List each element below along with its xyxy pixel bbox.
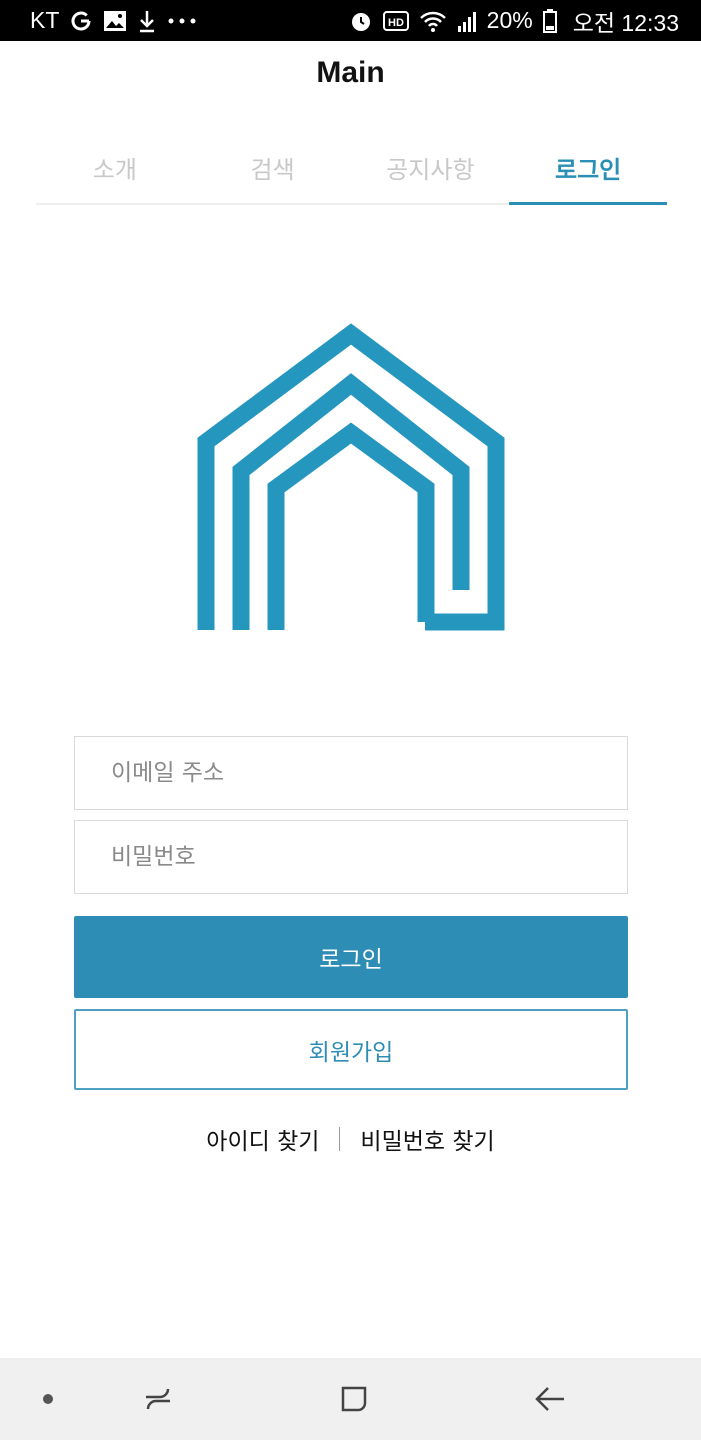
tab-bar: 소개 검색 공지사항 로그인	[36, 140, 667, 205]
find-account-links: 아이디 찾기 비밀번호 찾기	[0, 1122, 701, 1156]
tab-intro[interactable]: 소개	[36, 140, 194, 203]
g-icon	[69, 9, 93, 33]
email-field[interactable]	[75, 737, 627, 809]
battery-percent: 20%	[486, 7, 533, 33]
find-password-link[interactable]: 비밀번호 찾기	[360, 1122, 494, 1156]
clock: 오전 12:33	[572, 9, 679, 36]
svg-text:HD: HD	[388, 17, 404, 29]
tab-search[interactable]: 검색	[194, 140, 352, 203]
email-field-box	[74, 736, 628, 810]
signup-button[interactable]: 회원가입	[74, 1009, 628, 1090]
battery-icon	[542, 8, 557, 33]
signal-icon	[457, 10, 477, 32]
page-title: Main	[316, 56, 385, 89]
status-bar: KT HD 20% 오전 12:33	[0, 0, 701, 41]
link-divider	[339, 1127, 341, 1151]
wifi-icon	[419, 10, 447, 32]
carrier-label: KT	[30, 7, 60, 33]
find-id-link[interactable]: 아이디 찾기	[206, 1122, 319, 1156]
alarm-icon	[349, 9, 373, 33]
status-bar-left: KT	[30, 7, 197, 34]
gallery-icon	[103, 10, 127, 32]
hd-icon: HD	[382, 10, 409, 31]
download-icon	[137, 9, 157, 33]
home-icon[interactable]	[314, 1358, 394, 1440]
back-icon[interactable]	[510, 1358, 590, 1440]
password-field-box	[74, 820, 628, 894]
status-bar-right: HD 20% 오전 12:33	[349, 4, 679, 38]
tab-notice[interactable]: 공지사항	[352, 140, 510, 203]
password-field[interactable]	[75, 821, 627, 893]
more-icon	[167, 17, 197, 25]
tab-login[interactable]: 로그인	[509, 140, 667, 205]
login-button[interactable]: 로그인	[74, 916, 628, 998]
navigation-bar	[0, 1358, 701, 1440]
dot-icon[interactable]	[20, 1358, 76, 1440]
recent-apps-icon[interactable]	[118, 1358, 198, 1440]
house-logo-icon	[196, 322, 508, 634]
